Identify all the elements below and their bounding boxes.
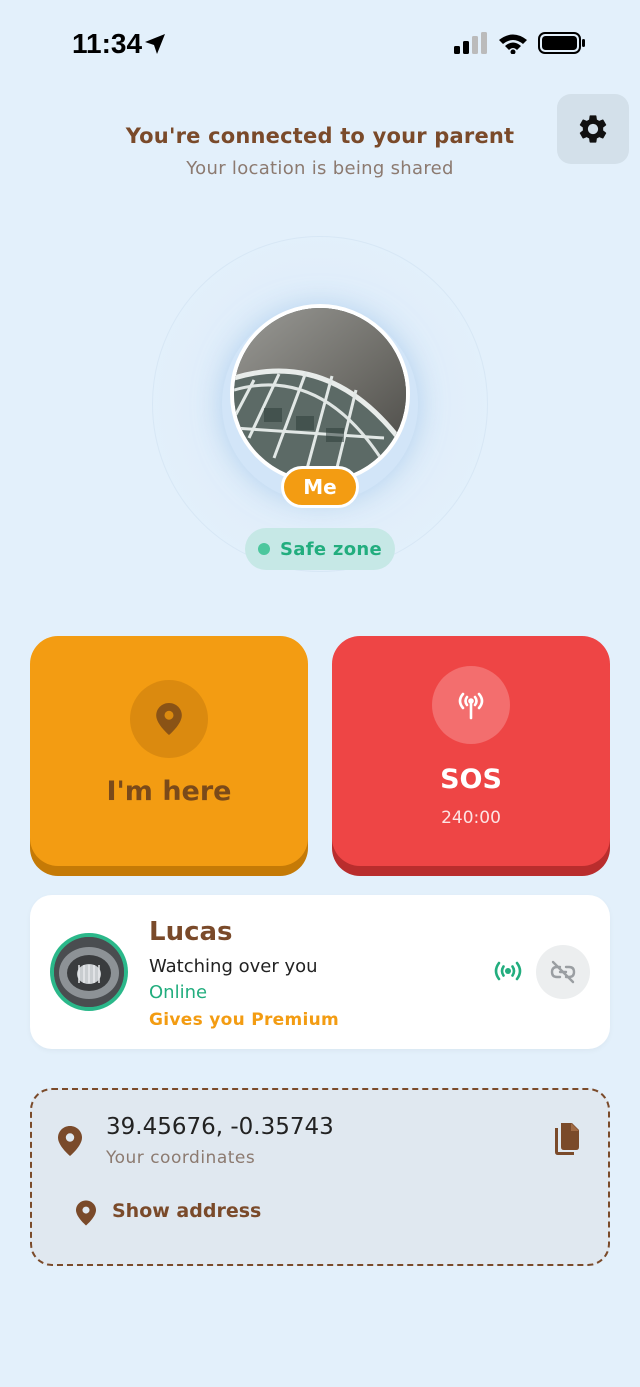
live-signal-icon (494, 961, 522, 981)
connection-subtitle: Your location is being shared (186, 158, 454, 179)
coordinates-value: 39.45676, -0.35743 (106, 1114, 334, 1140)
avatar-photo (234, 308, 406, 480)
me-badge: Me (281, 466, 359, 508)
app-screen: 11:34 You're connected to your parent Yo… (0, 0, 640, 1387)
parent-status: Online (149, 982, 208, 1003)
unlink-button[interactable] (536, 945, 590, 999)
map-pin-icon (156, 703, 182, 735)
battery-icon (538, 32, 585, 54)
premium-label: Gives you Premium (149, 1010, 340, 1030)
parent-avatar (50, 933, 128, 1011)
im-here-button[interactable]: I'm here (30, 636, 308, 866)
unlink-icon (550, 960, 576, 984)
sos-button[interactable]: SOS 240:00 (332, 636, 610, 866)
broadcast-icon (458, 692, 484, 720)
connection-title: You're connected to your parent (125, 124, 515, 148)
map-pin-icon (58, 1126, 82, 1156)
sos-timer: 240:00 (441, 808, 501, 828)
my-avatar[interactable] (230, 304, 410, 484)
status-dot (258, 543, 270, 555)
safe-zone-label: Safe zone (280, 538, 382, 560)
map-pin-icon (76, 1200, 96, 1226)
sos-icon-circle (432, 666, 510, 744)
status-bar: 11:34 (0, 0, 640, 90)
wifi-icon (499, 34, 527, 54)
show-address-button[interactable]: Show address (112, 1200, 261, 1222)
sos-label: SOS (440, 764, 502, 795)
parent-role: Watching over you (149, 956, 318, 977)
parent-photo (54, 937, 124, 1007)
im-here-label: I'm here (106, 776, 232, 807)
status-time: 11:34 (72, 28, 143, 59)
safe-zone-badge: Safe zone (245, 528, 395, 570)
parent-name: Lucas (149, 917, 233, 947)
copy-icon[interactable] (552, 1122, 582, 1156)
here-icon-circle (130, 680, 208, 758)
coordinates-panel: 39.45676, -0.35743 Your coordinates Show… (30, 1088, 610, 1266)
parent-card[interactable]: Lucas Watching over you Online Gives you… (30, 895, 610, 1049)
location-arrow-icon (145, 34, 165, 54)
coordinates-label: Your coordinates (106, 1148, 256, 1168)
signal-icon (454, 32, 487, 54)
